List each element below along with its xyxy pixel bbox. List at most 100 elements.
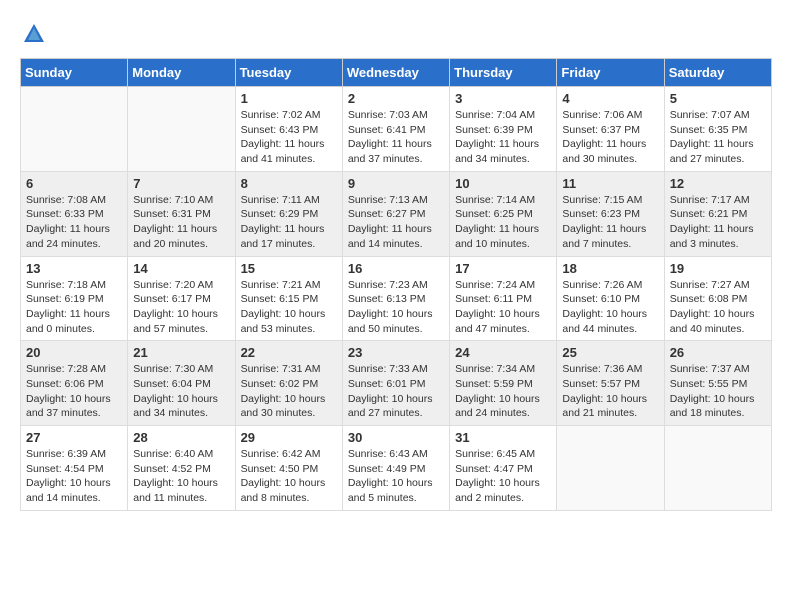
day-number: 8 bbox=[241, 176, 337, 191]
table-row: 21 Sunrise: 7:30 AM Sunset: 6:04 PM Dayli… bbox=[128, 341, 235, 426]
day-number: 22 bbox=[241, 345, 337, 360]
day-info: Sunrise: 7:20 AM Sunset: 6:17 PM Dayligh… bbox=[133, 278, 229, 337]
day-number: 15 bbox=[241, 261, 337, 276]
table-row: 18Sunrise: 7:26 AM Sunset: 6:10 PM Dayli… bbox=[557, 256, 664, 341]
day-info: Sunrise: 7:30 AM Sunset: 6:04 PM Dayligh… bbox=[133, 362, 229, 421]
day-number: 12 bbox=[670, 176, 766, 191]
table-row: 12 Sunrise: 7:17 AM Sunset: 6:21 PM Dayli… bbox=[664, 171, 771, 256]
table-row: 24 Sunrise: 7:34 AM Sunset: 5:59 PM Dayli… bbox=[450, 341, 557, 426]
day-number: 29 bbox=[241, 430, 337, 445]
table-row: 28Sunrise: 6:40 AM Sunset: 4:52 PM Dayli… bbox=[128, 426, 235, 511]
table-row: 15 Sunrise: 7:21 AM Sunset: 6:15 PM Dayli… bbox=[235, 256, 342, 341]
day-info: Sunrise: 7:14 AM Sunset: 6:25 PM Dayligh… bbox=[455, 193, 551, 252]
day-number: 6 bbox=[26, 176, 122, 191]
table-row: 20 Sunrise: 7:28 AM Sunset: 6:06 PM Dayli… bbox=[21, 341, 128, 426]
table-row: 4 Sunrise: 7:06 AM Sunset: 6:37 PM Daylig… bbox=[557, 87, 664, 172]
day-number: 20 bbox=[26, 345, 122, 360]
day-info: Sunrise: 7:23 AM Sunset: 6:13 PM Dayligh… bbox=[348, 278, 444, 337]
day-info: Sunrise: 7:06 AM Sunset: 6:37 PM Dayligh… bbox=[562, 108, 658, 167]
day-info: Sunrise: 7:21 AM Sunset: 6:15 PM Dayligh… bbox=[241, 278, 337, 337]
day-number: 13 bbox=[26, 261, 122, 276]
day-info: Sunrise: 7:13 AM Sunset: 6:27 PM Dayligh… bbox=[348, 193, 444, 252]
day-info: Sunrise: 7:34 AM Sunset: 5:59 PM Dayligh… bbox=[455, 362, 551, 421]
day-number: 30 bbox=[348, 430, 444, 445]
day-number: 19 bbox=[670, 261, 766, 276]
day-number: 5 bbox=[670, 91, 766, 106]
table-row: 7 Sunrise: 7:10 AM Sunset: 6:31 PM Daylig… bbox=[128, 171, 235, 256]
table-row: 27Sunrise: 6:39 AM Sunset: 4:54 PM Dayli… bbox=[21, 426, 128, 511]
day-info: Sunrise: 6:45 AM Sunset: 4:47 PM Dayligh… bbox=[455, 447, 551, 506]
day-info: Sunrise: 7:33 AM Sunset: 6:01 PM Dayligh… bbox=[348, 362, 444, 421]
table-row: 29 Sunrise: 6:42 AM Sunset: 4:50 PM Dayli… bbox=[235, 426, 342, 511]
day-number: 3 bbox=[455, 91, 551, 106]
day-info: Sunrise: 7:28 AM Sunset: 6:06 PM Dayligh… bbox=[26, 362, 122, 421]
day-number: 9 bbox=[348, 176, 444, 191]
weekday-header-monday: Monday bbox=[128, 59, 235, 87]
table-row: 2 Sunrise: 7:03 AM Sunset: 6:41 PM Daylig… bbox=[342, 87, 449, 172]
day-number: 7 bbox=[133, 176, 229, 191]
day-info: Sunrise: 7:07 AM Sunset: 6:35 PM Dayligh… bbox=[670, 108, 766, 167]
day-info: Sunrise: 7:11 AM Sunset: 6:29 PM Dayligh… bbox=[241, 193, 337, 252]
weekday-header-sunday: Sunday bbox=[21, 59, 128, 87]
week-row-4: 20 Sunrise: 7:28 AM Sunset: 6:06 PM Dayli… bbox=[21, 341, 772, 426]
day-number: 10 bbox=[455, 176, 551, 191]
day-number: 28 bbox=[133, 430, 229, 445]
day-number: 26 bbox=[670, 345, 766, 360]
day-info: Sunrise: 7:27 AM Sunset: 6:08 PM Dayligh… bbox=[670, 278, 766, 337]
day-number: 1 bbox=[241, 91, 337, 106]
calendar: SundayMondayTuesdayWednesdayThursdayFrid… bbox=[20, 58, 772, 511]
day-info: Sunrise: 7:37 AM Sunset: 5:55 PM Dayligh… bbox=[670, 362, 766, 421]
day-number: 11 bbox=[562, 176, 658, 191]
table-row: 22 Sunrise: 7:31 AM Sunset: 6:02 PM Dayli… bbox=[235, 341, 342, 426]
day-info: Sunrise: 7:17 AM Sunset: 6:21 PM Dayligh… bbox=[670, 193, 766, 252]
generalblue-logo-icon bbox=[20, 20, 48, 48]
table-row: 17Sunrise: 7:24 AM Sunset: 6:11 PM Dayli… bbox=[450, 256, 557, 341]
week-row-3: 13 Sunrise: 7:18 AM Sunset: 6:19 PM Dayli… bbox=[21, 256, 772, 341]
week-row-1: 1 Sunrise: 7:02 AM Sunset: 6:43 PM Daylig… bbox=[21, 87, 772, 172]
day-number: 4 bbox=[562, 91, 658, 106]
day-info: Sunrise: 7:26 AM Sunset: 6:10 PM Dayligh… bbox=[562, 278, 658, 337]
week-row-2: 6 Sunrise: 7:08 AM Sunset: 6:33 PM Daylig… bbox=[21, 171, 772, 256]
table-row: 31Sunrise: 6:45 AM Sunset: 4:47 PM Dayli… bbox=[450, 426, 557, 511]
table-row: 23 Sunrise: 7:33 AM Sunset: 6:01 PM Dayli… bbox=[342, 341, 449, 426]
day-info: Sunrise: 6:43 AM Sunset: 4:49 PM Dayligh… bbox=[348, 447, 444, 506]
table-row: 9 Sunrise: 7:13 AM Sunset: 6:27 PM Daylig… bbox=[342, 171, 449, 256]
day-info: Sunrise: 7:31 AM Sunset: 6:02 PM Dayligh… bbox=[241, 362, 337, 421]
day-number: 27 bbox=[26, 430, 122, 445]
day-number: 2 bbox=[348, 91, 444, 106]
table-row: 11Sunrise: 7:15 AM Sunset: 6:23 PM Dayli… bbox=[557, 171, 664, 256]
day-number: 25 bbox=[562, 345, 658, 360]
header bbox=[20, 20, 772, 48]
table-row: 1 Sunrise: 7:02 AM Sunset: 6:43 PM Daylig… bbox=[235, 87, 342, 172]
logo bbox=[20, 20, 52, 48]
day-info: Sunrise: 7:36 AM Sunset: 5:57 PM Dayligh… bbox=[562, 362, 658, 421]
day-number: 24 bbox=[455, 345, 551, 360]
day-number: 17 bbox=[455, 261, 551, 276]
day-info: Sunrise: 6:42 AM Sunset: 4:50 PM Dayligh… bbox=[241, 447, 337, 506]
weekday-header-row: SundayMondayTuesdayWednesdayThursdayFrid… bbox=[21, 59, 772, 87]
day-info: Sunrise: 7:08 AM Sunset: 6:33 PM Dayligh… bbox=[26, 193, 122, 252]
table-row: 6 Sunrise: 7:08 AM Sunset: 6:33 PM Daylig… bbox=[21, 171, 128, 256]
day-number: 23 bbox=[348, 345, 444, 360]
day-info: Sunrise: 7:04 AM Sunset: 6:39 PM Dayligh… bbox=[455, 108, 551, 167]
day-info: Sunrise: 7:02 AM Sunset: 6:43 PM Dayligh… bbox=[241, 108, 337, 167]
table-row: 10 Sunrise: 7:14 AM Sunset: 6:25 PM Dayli… bbox=[450, 171, 557, 256]
day-info: Sunrise: 7:03 AM Sunset: 6:41 PM Dayligh… bbox=[348, 108, 444, 167]
day-number: 14 bbox=[133, 261, 229, 276]
weekday-header-tuesday: Tuesday bbox=[235, 59, 342, 87]
weekday-header-friday: Friday bbox=[557, 59, 664, 87]
weekday-header-wednesday: Wednesday bbox=[342, 59, 449, 87]
table-row: 30 Sunrise: 6:43 AM Sunset: 4:49 PM Dayli… bbox=[342, 426, 449, 511]
day-number: 21 bbox=[133, 345, 229, 360]
table-row: 3 Sunrise: 7:04 AM Sunset: 6:39 PM Daylig… bbox=[450, 87, 557, 172]
table-row: 16 Sunrise: 7:23 AM Sunset: 6:13 PM Dayli… bbox=[342, 256, 449, 341]
table-row: 25 Sunrise: 7:36 AM Sunset: 5:57 PM Dayli… bbox=[557, 341, 664, 426]
day-number: 16 bbox=[348, 261, 444, 276]
table-row bbox=[21, 87, 128, 172]
table-row bbox=[128, 87, 235, 172]
week-row-5: 27Sunrise: 6:39 AM Sunset: 4:54 PM Dayli… bbox=[21, 426, 772, 511]
day-info: Sunrise: 7:10 AM Sunset: 6:31 PM Dayligh… bbox=[133, 193, 229, 252]
table-row: 13 Sunrise: 7:18 AM Sunset: 6:19 PM Dayli… bbox=[21, 256, 128, 341]
day-info: Sunrise: 7:18 AM Sunset: 6:19 PM Dayligh… bbox=[26, 278, 122, 337]
table-row: 26 Sunrise: 7:37 AM Sunset: 5:55 PM Dayli… bbox=[664, 341, 771, 426]
